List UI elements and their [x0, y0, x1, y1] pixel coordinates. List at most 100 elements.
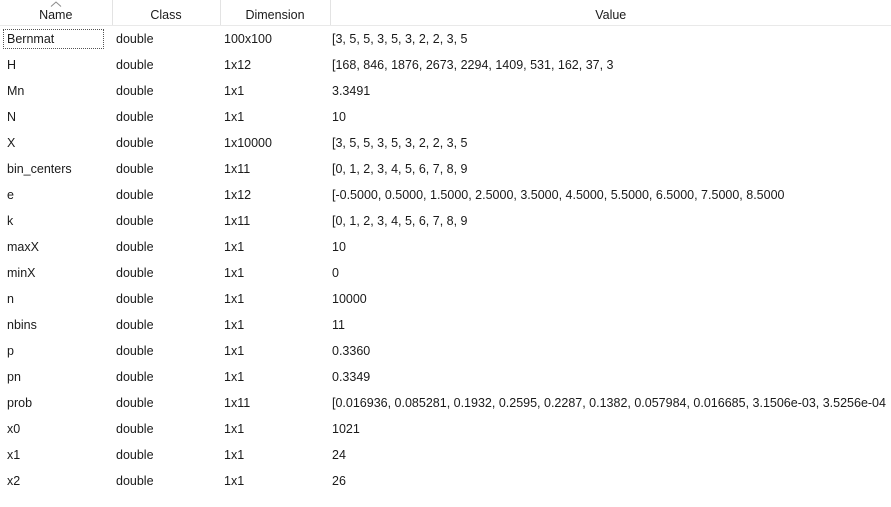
variable-name-cell[interactable]: p	[0, 338, 112, 364]
variable-dimension-cell[interactable]: 1x12	[220, 182, 330, 208]
variable-name-cell[interactable]: X	[0, 130, 112, 156]
variable-name-cell[interactable]: Bernmat	[0, 26, 112, 53]
variable-name-cell[interactable]: n	[0, 286, 112, 312]
variable-row[interactable]: minX double 1x1 0	[0, 260, 891, 286]
variable-name-cell[interactable]: minX	[0, 260, 112, 286]
variable-value-cell[interactable]: [0, 1, 2, 3, 4, 5, 6, 7, 8, 9	[330, 156, 891, 182]
variable-value-cell[interactable]: [-0.5000, 0.5000, 1.5000, 2.5000, 3.5000…	[330, 182, 891, 208]
variable-value-cell[interactable]: 10000	[330, 286, 891, 312]
variable-row[interactable]: e double 1x12 [-0.5000, 0.5000, 1.5000, 2.5…	[0, 182, 891, 208]
variable-name-cell[interactable]: x2	[0, 468, 112, 494]
variable-name-cell[interactable]: k	[0, 208, 112, 234]
variable-value-cell[interactable]: 3.3491	[330, 78, 891, 104]
variable-name-cell-text: N	[7, 110, 17, 124]
variable-class-cell[interactable]: double	[112, 286, 220, 312]
variable-dimension-cell[interactable]: 1x10000	[220, 130, 330, 156]
variable-row[interactable]: p double 1x1 0.3360	[0, 338, 891, 364]
variable-dimension-cell[interactable]: 1x1	[220, 260, 330, 286]
variable-row[interactable]: x1 double 1x1 24	[0, 442, 891, 468]
column-header-class[interactable]: Class	[112, 0, 221, 26]
variable-class-cell[interactable]: double	[112, 52, 220, 78]
variable-class-cell[interactable]: double	[112, 26, 220, 53]
variable-class-cell[interactable]: double	[112, 416, 220, 442]
variable-value-cell[interactable]: 0.3360	[330, 338, 891, 364]
variable-value-cell[interactable]: 0.3349	[330, 364, 891, 390]
variable-row[interactable]: maxX double 1x1 10	[0, 234, 891, 260]
variable-value-cell[interactable]: 10	[330, 234, 891, 260]
variable-class-cell[interactable]: double	[112, 364, 220, 390]
variable-value-cell[interactable]: 11	[330, 312, 891, 338]
variable-dimension-cell[interactable]: 1x11	[220, 390, 330, 416]
column-header-name[interactable]: Name	[0, 0, 113, 26]
variable-row[interactable]: k double 1x11 [0, 1, 2, 3, 4, 5, 6, 7, 8, 9	[0, 208, 891, 234]
variable-name-cell[interactable]: x0	[0, 416, 112, 442]
variable-value-cell[interactable]: [3, 5, 5, 3, 5, 3, 2, 2, 3, 5	[330, 26, 891, 53]
variable-class-cell[interactable]: double	[112, 156, 220, 182]
variable-class-cell[interactable]: double	[112, 182, 220, 208]
variable-row[interactable]: Ndouble 1x1 10	[0, 104, 891, 130]
variable-value-cell[interactable]: [0, 1, 2, 3, 4, 5, 6, 7, 8, 9	[330, 208, 891, 234]
variable-name-cell[interactable]: pn	[0, 364, 112, 390]
variable-name-cell[interactable]: N	[0, 104, 112, 130]
variable-value-cell[interactable]: [168, 846, 1876, 2673, 2294, 1409, 531, …	[330, 52, 891, 78]
variable-class-cell[interactable]: double	[112, 234, 220, 260]
column-header-value[interactable]: Value	[330, 0, 891, 26]
variable-value-cell[interactable]: [0.016936, 0.085281, 0.1932, 0.2595, 0.2…	[330, 390, 891, 416]
variable-dimension-cell[interactable]: 1x1	[220, 104, 330, 130]
variable-dimension-cell[interactable]: 1x1	[220, 234, 330, 260]
variable-row[interactable]: Bernmat double 100x100 [3, 5, 5, 3, 5, 3, 2…	[0, 26, 891, 53]
variable-class-cell-text: double	[116, 396, 154, 410]
variable-dimension-cell[interactable]: 100x100	[220, 26, 330, 53]
variable-class-cell[interactable]: double	[112, 442, 220, 468]
variable-row[interactable]: x2 double 1x1 26	[0, 468, 891, 494]
variable-dimension-cell[interactable]: 1x1	[220, 312, 330, 338]
variable-row[interactable]: nbins double 1x1 11	[0, 312, 891, 338]
variable-name-cell-text: H	[7, 58, 17, 72]
variable-row[interactable]: n double 1x1 10000	[0, 286, 891, 312]
variable-name-cell[interactable]: e	[0, 182, 112, 208]
variable-name-cell[interactable]: Mn	[0, 78, 112, 104]
variable-dimension-cell[interactable]: 1x1	[220, 338, 330, 364]
variable-dimension-cell-text: 1x1	[224, 422, 245, 436]
variable-name-cell[interactable]: x1	[0, 442, 112, 468]
variable-row[interactable]: bin_centers double 1x11 [0, 1, 2, 3, 4, 5, …	[0, 156, 891, 182]
variable-row[interactable]: Xdouble 1x10000 [3, 5, 5, 3, 5, 3, 2, 2, 3…	[0, 130, 891, 156]
variable-dimension-cell[interactable]: 1x1	[220, 78, 330, 104]
sort-ascending-icon	[50, 1, 62, 7]
variable-row[interactable]: Hdouble 1x12 [168, 846, 1876, 2673, 2294, …	[0, 52, 891, 78]
variable-class-cell[interactable]: double	[112, 208, 220, 234]
variable-class-cell[interactable]: double	[112, 312, 220, 338]
variable-class-cell[interactable]: double	[112, 260, 220, 286]
variable-class-cell[interactable]: double	[112, 468, 220, 494]
variable-value-cell[interactable]: 1021	[330, 416, 891, 442]
variable-name-cell[interactable]: prob	[0, 390, 112, 416]
variable-value-cell[interactable]: [3, 5, 5, 3, 5, 3, 2, 2, 3, 5	[330, 130, 891, 156]
variable-dimension-cell[interactable]: 1x12	[220, 52, 330, 78]
header-row: Name Class Dimension Value	[0, 0, 891, 26]
variable-name-cell[interactable]: bin_centers	[0, 156, 112, 182]
variable-dimension-cell[interactable]: 1x1	[220, 442, 330, 468]
variable-value-cell[interactable]: 10	[330, 104, 891, 130]
variable-dimension-cell[interactable]: 1x11	[220, 208, 330, 234]
variable-dimension-cell[interactable]: 1x1	[220, 416, 330, 442]
variable-name-cell[interactable]: nbins	[0, 312, 112, 338]
variable-value-cell[interactable]: 24	[330, 442, 891, 468]
variable-dimension-cell[interactable]: 1x11	[220, 156, 330, 182]
column-header-dimension[interactable]: Dimension	[220, 0, 331, 26]
variable-row[interactable]: x0 double 1x1 1021	[0, 416, 891, 442]
variable-row[interactable]: pn double 1x1 0.3349	[0, 364, 891, 390]
variable-dimension-cell[interactable]: 1x1	[220, 468, 330, 494]
variable-row[interactable]: Mn double 1x1 3.3491	[0, 78, 891, 104]
variable-name-cell[interactable]: maxX	[0, 234, 112, 260]
variable-class-cell[interactable]: double	[112, 390, 220, 416]
variable-dimension-cell[interactable]: 1x1	[220, 364, 330, 390]
variable-name-cell[interactable]: H	[0, 52, 112, 78]
variable-class-cell[interactable]: double	[112, 78, 220, 104]
variable-row[interactable]: prob double 1x11 [0.016936, 0.085281, 0.193…	[0, 390, 891, 416]
variable-class-cell[interactable]: double	[112, 104, 220, 130]
variable-class-cell[interactable]: double	[112, 130, 220, 156]
variable-dimension-cell[interactable]: 1x1	[220, 286, 330, 312]
variable-class-cell[interactable]: double	[112, 338, 220, 364]
variable-value-cell[interactable]: 26	[330, 468, 891, 494]
variable-value-cell[interactable]: 0	[330, 260, 891, 286]
